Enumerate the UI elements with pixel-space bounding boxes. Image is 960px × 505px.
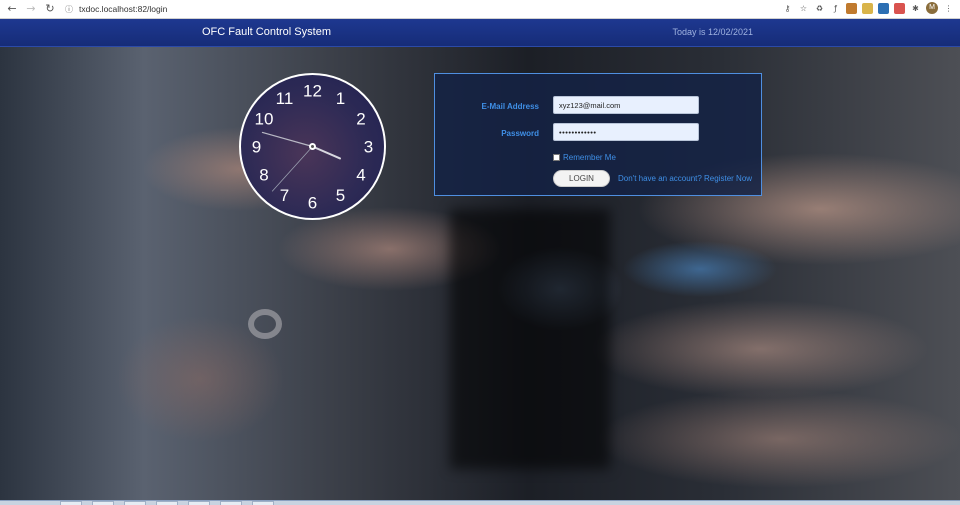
taskbar-item[interactable] — [188, 501, 210, 505]
forward-icon[interactable]: → — [24, 2, 38, 16]
puzzle-icon[interactable]: ✱ — [910, 3, 921, 14]
clock-number: 6 — [308, 194, 317, 213]
clock-face: 12 12 3 45678 9 1011 — [252, 82, 373, 213]
profile-avatar[interactable]: M — [926, 2, 938, 14]
bookmark-star-icon[interactable]: ☆ — [798, 3, 809, 14]
taskbar-item[interactable] — [60, 501, 82, 505]
taskbar-item[interactable] — [252, 501, 274, 505]
clock-number: 4 — [356, 166, 365, 185]
background-shadow — [450, 209, 610, 469]
recycle-icon[interactable]: ♻ — [814, 3, 825, 14]
extension-icon[interactable] — [894, 2, 905, 14]
minute-hand — [261, 131, 314, 148]
clock-number: 9 — [252, 138, 261, 157]
extension-icon[interactable] — [878, 2, 889, 14]
taskbar-item[interactable] — [220, 501, 242, 505]
clock-number: 8 — [259, 166, 268, 185]
clock-number: 2 — [356, 110, 365, 129]
clock-number: 5 — [336, 186, 345, 205]
address-bar[interactable]: ⓘ txdoc.localhost:82/login — [65, 2, 167, 17]
app-header: OFC Fault Control System Today is 12/02/… — [0, 19, 960, 47]
login-button[interactable]: LOGIN — [553, 170, 610, 187]
app-title: OFC Fault Control System — [202, 26, 331, 38]
password-field[interactable]: •••••••••••• — [553, 123, 699, 141]
clock-number: 7 — [280, 186, 289, 205]
remember-me[interactable]: Remember Me — [553, 153, 616, 162]
formula-icon[interactable]: ƒ — [830, 3, 841, 14]
clock-center-dot — [311, 145, 314, 148]
email-field[interactable]: xyz123@mail.com — [553, 96, 699, 114]
email-label: E-Mail Address — [481, 102, 540, 111]
remember-label: Remember Me — [563, 153, 616, 162]
extensions-bar: ⚷ ☆ ♻ ƒ ✱ M ⋮ — [782, 2, 954, 14]
clock-number: 10 — [255, 110, 274, 129]
second-hand — [271, 146, 313, 192]
clock-number: 12 — [303, 82, 322, 101]
back-icon[interactable]: ← — [5, 2, 19, 16]
key-icon[interactable]: ⚷ — [782, 3, 793, 14]
clock-number: 3 — [364, 138, 373, 157]
taskbar-item[interactable] — [92, 501, 114, 505]
analog-clock: 12 1 2 3 4 5 6 7 8 9 10 11 — [239, 73, 386, 220]
taskbar-item[interactable] — [156, 501, 178, 505]
taskbar-item[interactable] — [124, 501, 146, 505]
hour-hand — [311, 145, 342, 160]
reload-icon[interactable]: ↻ — [43, 2, 57, 16]
site-info-icon[interactable]: ⓘ — [65, 4, 73, 15]
clock-number: 11 — [276, 89, 294, 108]
login-panel: E-Mail Address xyz123@mail.com Password … — [434, 73, 762, 196]
url-text: txdoc.localhost:82/login — [79, 4, 168, 14]
extension-icon[interactable] — [846, 2, 857, 14]
browser-toolbar: ← → ↻ ⓘ txdoc.localhost:82/login ⚷ ☆ ♻ ƒ… — [0, 0, 960, 19]
register-link[interactable]: Don't have an account? Register Now — [618, 174, 752, 183]
background-ring — [248, 309, 282, 339]
clock-number: 1 — [336, 89, 345, 108]
remember-checkbox[interactable] — [553, 154, 560, 161]
menu-icon[interactable]: ⋮ — [943, 3, 954, 14]
taskbar — [0, 500, 960, 505]
today-date: Today is 12/02/2021 — [672, 27, 753, 37]
password-label: Password — [501, 129, 539, 138]
extension-icon[interactable] — [862, 2, 873, 14]
